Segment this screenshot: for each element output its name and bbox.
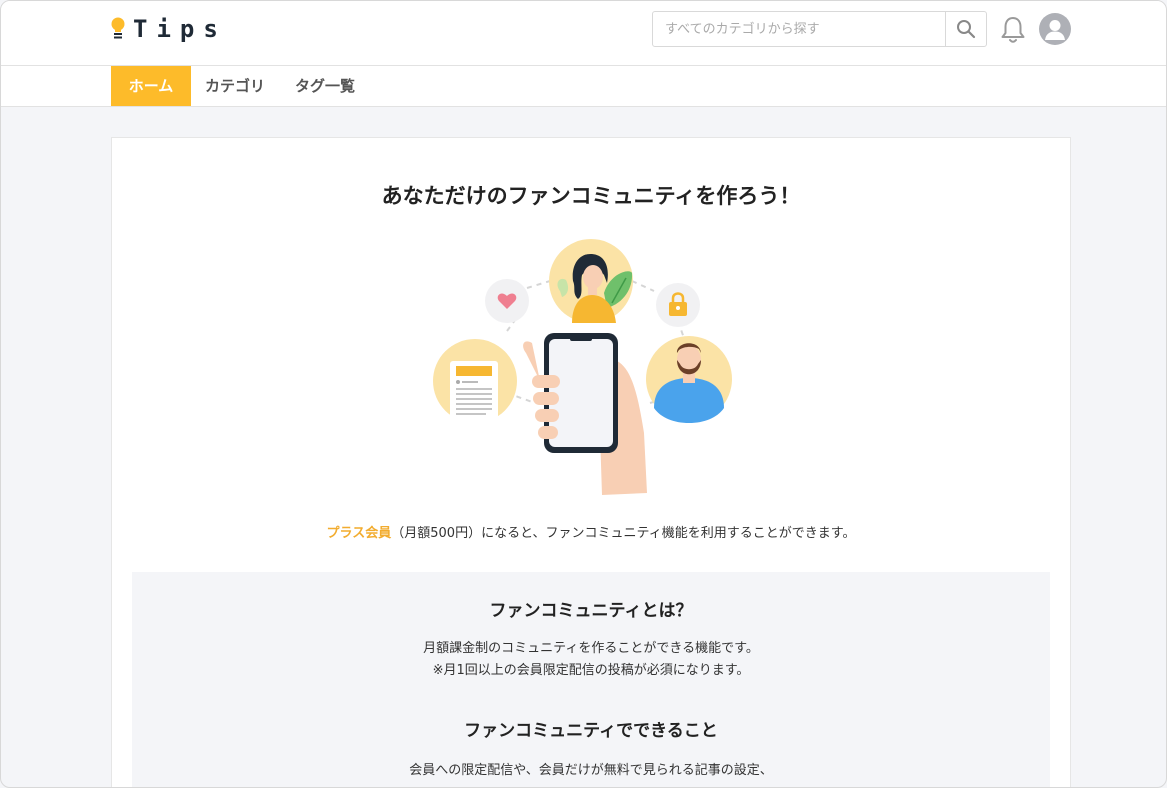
search-icon	[957, 20, 976, 39]
page-title: あなただけのファンコミュニティを作ろう！	[381, 184, 801, 208]
nav-tab-home[interactable]: ホーム	[111, 66, 191, 106]
app-window: Tips ホーム カテゴリ タグ一覧	[0, 0, 1167, 788]
section-text: ※月1回以上の会員限定配信の投稿が必須になります。	[432, 663, 750, 678]
lightbulb-icon	[111, 17, 125, 39]
search-box	[652, 11, 987, 47]
logo-text: Tips	[133, 15, 227, 43]
main-nav: ホーム カテゴリ タグ一覧	[1, 66, 1166, 107]
section-heading-can-do: ファンコミュニティでできること	[464, 721, 718, 741]
site-logo[interactable]: Tips	[111, 14, 227, 44]
search-input[interactable]	[653, 12, 945, 46]
nav-tab-category[interactable]: カテゴリ	[205, 66, 265, 106]
info-panel: ファンコミュニティとは？ 月額課金制のコミュニティを作ることができる機能です。 …	[132, 572, 1050, 787]
section-text: 会員への限定配信や、会員だけが無料で見られる記事の設定、	[409, 763, 773, 778]
section-heading-what-is: ファンコミュニティとは？	[489, 601, 693, 621]
search-button[interactable]	[945, 12, 986, 46]
user-avatar-icon	[1045, 20, 1065, 40]
fan-community-card: あなただけのファンコミュニティを作ろう！ プラス会員（月額500円）になると、フ…	[111, 137, 1071, 787]
section-text: 月額課金制のコミュニティを作ることができる機能です。	[423, 641, 759, 656]
bell-icon[interactable]	[999, 15, 1027, 45]
plus-member-highlight: プラス会員	[326, 526, 392, 541]
site-header: Tips	[1, 1, 1166, 66]
plus-member-lead: プラス会員（月額500円）になると、ファンコミュニティ機能を利用することができま…	[112, 522, 1070, 541]
lead-text: （月額500円）になると、ファンコミュニティ機能を利用することができます。	[391, 526, 856, 541]
nav-tab-tag-list[interactable]: タグ一覧	[295, 66, 355, 106]
fan-community-illustration	[433, 239, 732, 495]
user-avatar[interactable]	[1039, 13, 1071, 45]
